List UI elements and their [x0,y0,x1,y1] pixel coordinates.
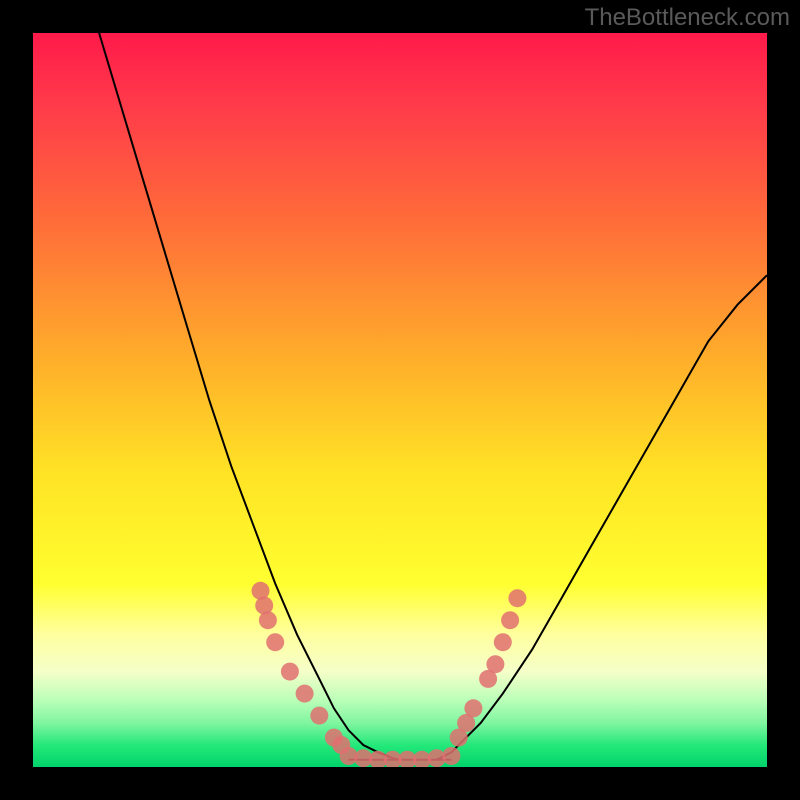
left-dots-point [296,685,314,703]
left-dots-point [281,663,299,681]
right-dots-point [508,589,526,607]
right-dots-point [501,611,519,629]
right-dots-point [464,699,482,717]
right-dots-point [494,633,512,651]
right-dots-point [486,655,504,673]
dots-layer [252,582,527,767]
bottom-dots-point [442,747,460,765]
left-dots-point [266,633,284,651]
watermark-text: TheBottleneck.com [585,4,790,32]
curve-left-curve [99,33,400,760]
curve-layer [99,33,767,760]
chart-svg [33,33,767,767]
left-dots-point [259,611,277,629]
left-dots-point [310,707,328,725]
